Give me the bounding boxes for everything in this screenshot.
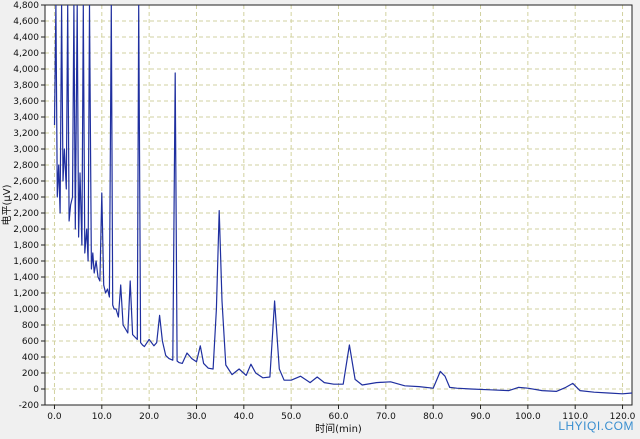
y-tick-label: 4,400 bbox=[13, 33, 39, 43]
x-axis-label: 时间(min) bbox=[315, 422, 362, 435]
x-tick-label: 70.0 bbox=[376, 412, 396, 422]
y-tick-label: 400 bbox=[22, 353, 39, 363]
y-tick-label: 600 bbox=[22, 337, 39, 347]
y-tick-label: 3,800 bbox=[13, 81, 39, 91]
x-tick-label: 50.0 bbox=[281, 412, 301, 422]
y-tick-label: 3,000 bbox=[13, 145, 39, 155]
y-tick-label: 4,000 bbox=[13, 65, 39, 75]
x-tick-label: 90.0 bbox=[470, 412, 490, 422]
y-tick-label: 1,600 bbox=[13, 257, 39, 267]
x-tick-label: 10.0 bbox=[92, 412, 112, 422]
y-tick-label: 1,000 bbox=[13, 305, 39, 315]
y-tick-label: 3,400 bbox=[13, 113, 39, 123]
y-tick-label: 3,600 bbox=[13, 97, 39, 107]
x-tick-label: 0.0 bbox=[47, 412, 62, 422]
y-tick-label: 2,800 bbox=[13, 161, 39, 171]
y-tick-label: 4,200 bbox=[13, 49, 39, 59]
x-tick-label: 100.0 bbox=[515, 412, 541, 422]
y-tick-label: 2,600 bbox=[13, 177, 39, 187]
y-tick-label: 1,400 bbox=[13, 273, 39, 283]
chromatogram-chart: 0.0 10.0 20.0 30.0 40.0 50.0 60.0 70.0 80.0 90.0 1… bbox=[0, 0, 640, 435]
y-axis-label: 电平(μV) bbox=[0, 184, 13, 225]
y-tick-label: 200 bbox=[22, 369, 39, 379]
x-tick-label: 80.0 bbox=[423, 412, 443, 422]
y-tick-label: 4,600 bbox=[13, 17, 39, 27]
y-tick-label: 800 bbox=[22, 321, 39, 331]
y-tick-label: -200 bbox=[19, 401, 40, 411]
x-tick-label: 30.0 bbox=[186, 412, 206, 422]
x-tick-label: 20.0 bbox=[139, 412, 159, 422]
y-tick-label: 1,800 bbox=[13, 241, 39, 251]
y-tick-label: 2,200 bbox=[13, 209, 39, 219]
watermark: LHYIQI.COM bbox=[558, 419, 634, 433]
y-tick-label: 2,000 bbox=[13, 225, 39, 235]
y-tick-label: 3,200 bbox=[13, 129, 39, 139]
y-tick-label: 4,800 bbox=[13, 1, 39, 11]
x-tick-label: 40.0 bbox=[234, 412, 254, 422]
x-tick-label: 60.0 bbox=[328, 412, 348, 422]
y-tick-label: 0 bbox=[33, 385, 39, 395]
y-tick-label: 1,200 bbox=[13, 289, 39, 299]
y-tick-label: 2,400 bbox=[13, 193, 39, 203]
chart-svg: 0.0 10.0 20.0 30.0 40.0 50.0 60.0 70.0 80.0 90.0 1… bbox=[0, 0, 640, 435]
